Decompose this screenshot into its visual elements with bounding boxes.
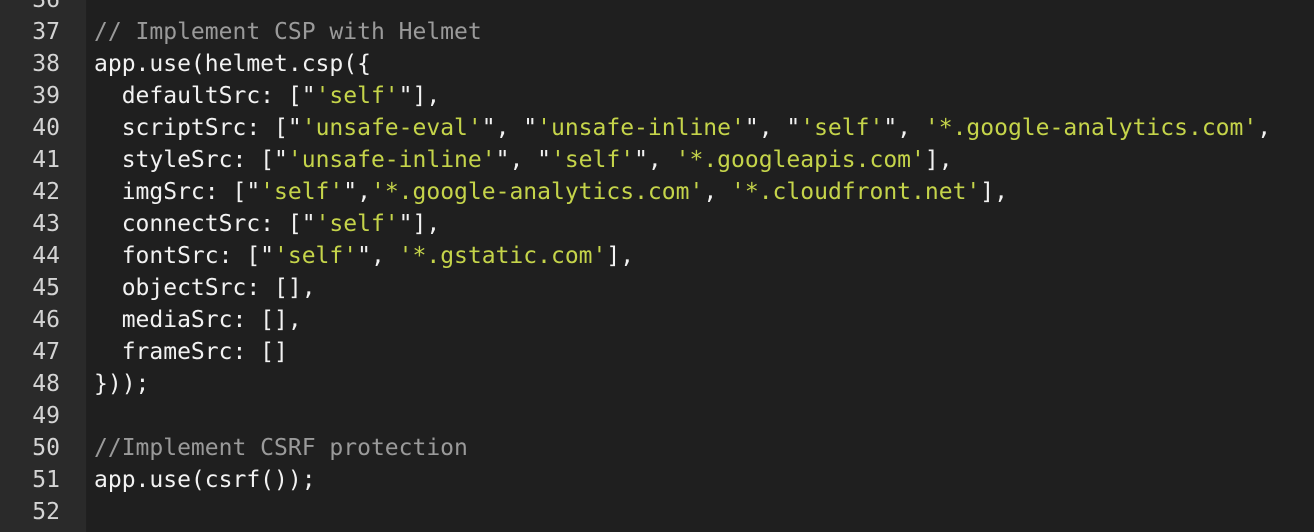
line-number: 40 [32, 115, 60, 141]
code-text: //Implement CSRF protection [94, 432, 468, 464]
code-string: 'self' [315, 211, 399, 237]
line-number: 51 [32, 467, 60, 493]
code-text: })); [94, 368, 149, 400]
line-number: 46 [32, 307, 60, 333]
code-string: 'self' [800, 115, 884, 141]
code-token: ", " [744, 115, 801, 141]
line-number: 52 [32, 499, 60, 525]
line-number: 41 [32, 147, 60, 173]
code-token: scriptSrc: [" [94, 115, 302, 141]
code-text: // Implement CSP with Helmet [94, 16, 482, 48]
code-token: ", " [481, 115, 538, 141]
code-line[interactable]: 50 //Implement CSRF protection [0, 432, 1314, 464]
code-line[interactable]: 36 [0, 0, 1314, 16]
code-text: defaultSrc: ["'self'"], [94, 80, 441, 112]
code-line[interactable]: 45 objectSrc: [], [0, 272, 1314, 304]
line-number: 48 [32, 371, 60, 397]
code-line[interactable]: 44 fontSrc: ["'self'", '*.gstatic.com'], [0, 240, 1314, 272]
code-token: ", [343, 179, 371, 205]
code-string: '*.googleapis.com' [675, 147, 925, 173]
code-comment: // Implement CSP with Helmet [94, 19, 482, 45]
line-number: 44 [32, 243, 60, 269]
code-line[interactable]: 39 defaultSrc: ["'self'"], [0, 80, 1314, 112]
code-token: imgSrc: [" [94, 179, 261, 205]
code-string: 'self' [550, 147, 635, 173]
code-token: ", [883, 115, 925, 141]
code-line[interactable]: 51 app.use(csrf()); [0, 464, 1314, 496]
line-number: 45 [32, 275, 60, 301]
code-string: 'self' [315, 83, 399, 109]
line-number: 49 [32, 403, 60, 429]
line-number: 50 [32, 435, 60, 461]
code-text: objectSrc: [], [94, 272, 316, 304]
code-string: '*.google-analytics.com' [370, 179, 704, 205]
code-string: 'self' [260, 179, 344, 205]
code-line[interactable]: 48})); [0, 368, 1314, 400]
code-text: connectSrc: ["'self'"], [94, 208, 441, 240]
code-token: ], [924, 147, 953, 173]
code-string: '*.gstatic.com' [398, 243, 607, 269]
line-number: 42 [32, 179, 60, 205]
code-line[interactable]: 40 scriptSrc: ["'unsafe-eval'", "'unsafe… [0, 112, 1314, 144]
code-token: , [1257, 115, 1272, 141]
code-token: styleSrc: [" [94, 147, 288, 173]
code-text: imgSrc: ["'self'",'*.google-analytics.co… [94, 176, 1008, 208]
code-token: ], [980, 179, 1008, 205]
line-number: 37 [32, 19, 60, 45]
code-token: objectSrc: [], [94, 275, 316, 301]
code-token: ", [634, 147, 676, 173]
code-token: app.use(csrf()); [94, 467, 316, 493]
code-token: defaultSrc: [" [94, 83, 316, 109]
line-number: 43 [32, 211, 60, 237]
code-text: mediaSrc: [], [94, 304, 302, 336]
code-line[interactable]: 49 [0, 400, 1314, 432]
code-string: '*.google-analytics.com' [924, 115, 1258, 141]
code-string: '*.cloudfront.net' [731, 179, 981, 205]
code-text: app.use(helmet.csp({ [94, 48, 371, 80]
code-token: "], [398, 83, 441, 109]
code-line[interactable]: 37 // Implement CSP with Helmet [0, 16, 1314, 48]
code-token: app.use(helmet.csp({ [94, 51, 371, 77]
line-number: 38 [32, 51, 60, 77]
code-token: ", [357, 243, 399, 269]
code-text: scriptSrc: ["'unsafe-eval'", "'unsafe-in… [94, 112, 1271, 144]
code-line[interactable]: 41 styleSrc: ["'unsafe-inline'", "'self'… [0, 144, 1314, 176]
code-line[interactable]: 47 frameSrc: [] [0, 336, 1314, 368]
code-comment: //Implement CSRF protection [94, 435, 468, 461]
code-token: fontSrc: [" [94, 243, 275, 269]
code-line[interactable]: 42 imgSrc: ["'self'",'*.google-analytics… [0, 176, 1314, 208]
code-text: app.use(csrf()); [94, 464, 316, 496]
code-token: ", " [495, 147, 551, 173]
code-string: 'unsafe-inline' [537, 115, 745, 141]
code-token: ], [606, 243, 635, 269]
line-number: 36 [32, 0, 60, 13]
code-string: 'unsafe-inline' [287, 147, 496, 173]
code-text: fontSrc: ["'self'", '*.gstatic.com'], [94, 240, 634, 272]
line-number: 47 [32, 339, 60, 365]
code-line[interactable]: 52 [0, 496, 1314, 528]
code-text: styleSrc: ["'unsafe-inline'", "'self'", … [94, 144, 953, 176]
code-line[interactable]: 38 app.use(helmet.csp({ [0, 48, 1314, 80]
code-token: mediaSrc: [], [94, 307, 302, 333]
code-token: })); [94, 371, 150, 397]
code-string: 'unsafe-eval' [301, 115, 482, 141]
code-line[interactable]: 46 mediaSrc: [], [0, 304, 1314, 336]
code-line[interactable]: 43 connectSrc: ["'self'"], [0, 208, 1314, 240]
code-text: frameSrc: [] [94, 336, 288, 368]
code-lines[interactable]: 36 37 // Implement CSP with Helmet 38 app.us… [0, 0, 1314, 528]
code-editor[interactable]: 36 37 // Implement CSP with Helmet 38 app.us… [0, 0, 1314, 532]
code-token: , [703, 179, 732, 205]
line-number: 39 [32, 83, 60, 109]
code-token: connectSrc: [" [94, 211, 316, 237]
code-token: frameSrc: [] [94, 339, 288, 365]
code-string: 'self' [274, 243, 358, 269]
code-token: "], [398, 211, 441, 237]
